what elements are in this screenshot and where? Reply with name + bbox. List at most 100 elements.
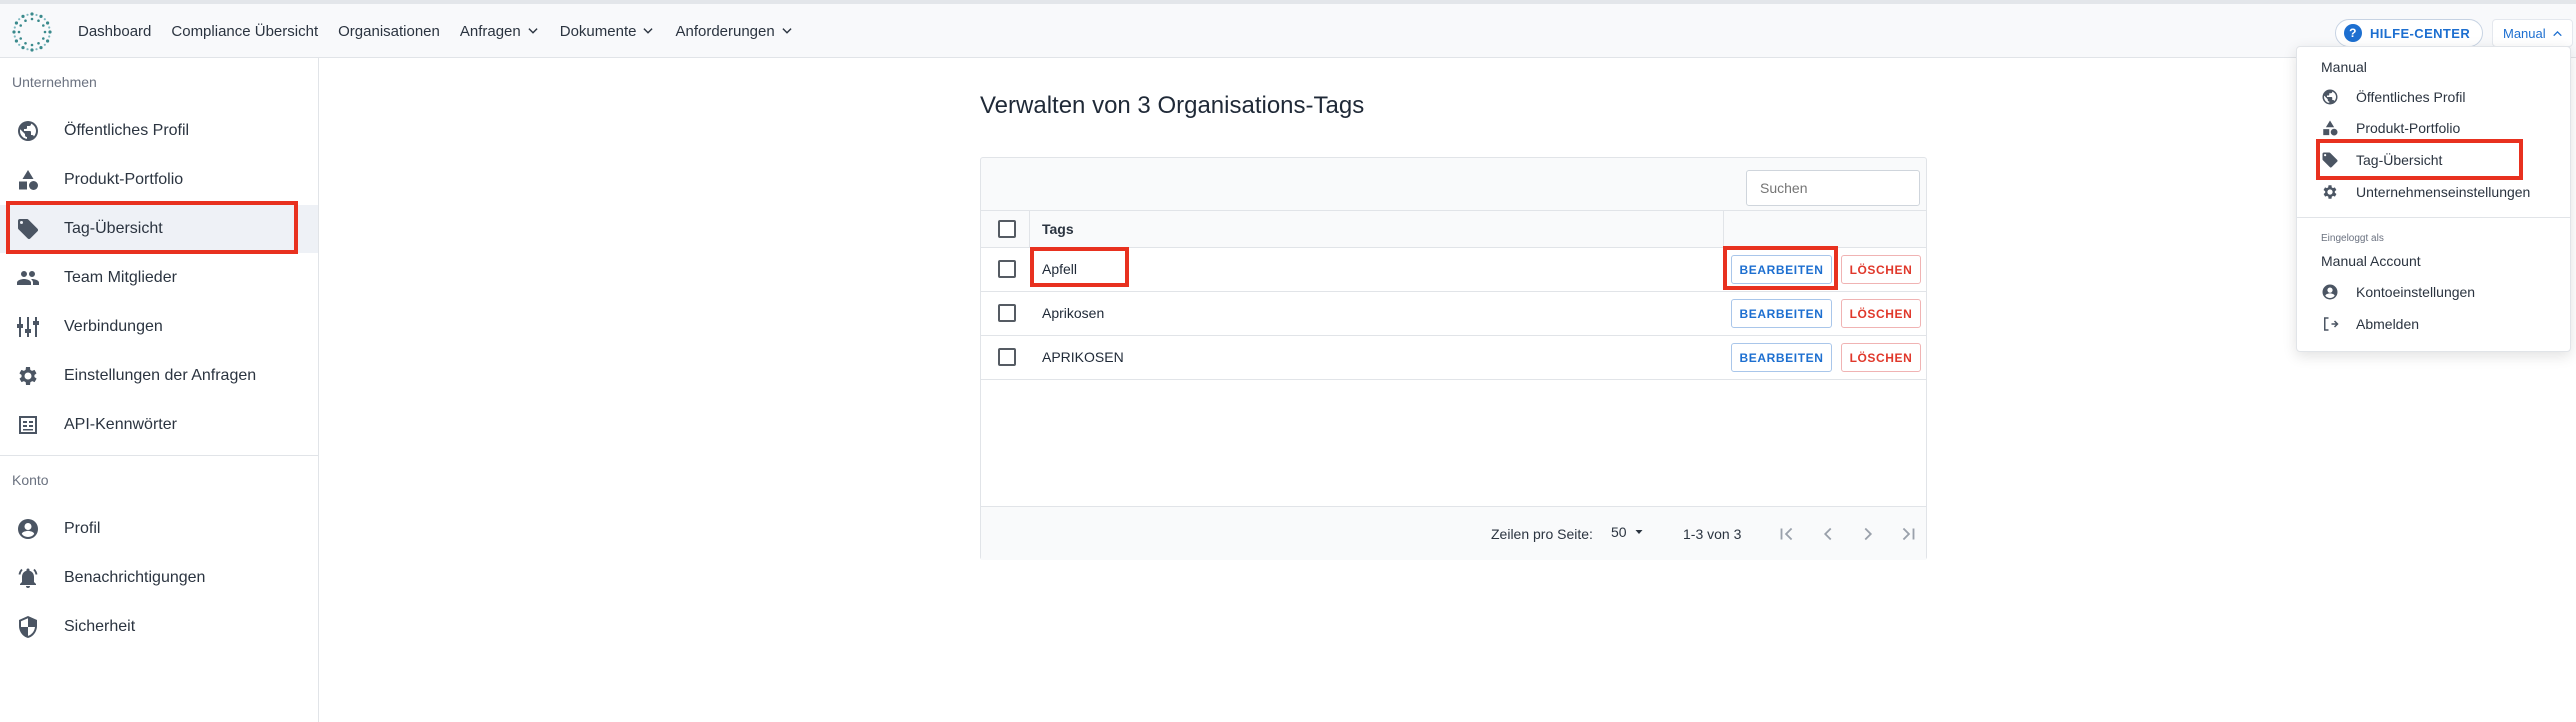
edit-button[interactable]: BEARBEITEN <box>1731 299 1832 328</box>
table-row: Aprikosen BEARBEITEN LÖSCHEN <box>981 292 1926 336</box>
edit-button[interactable]: BEARBEITEN <box>1731 255 1832 284</box>
chevron-down-icon <box>782 28 792 34</box>
caret-down-icon <box>1635 530 1643 534</box>
delete-button[interactable]: LÖSCHEN <box>1841 255 1921 284</box>
next-page-icon[interactable] <box>1857 523 1879 545</box>
sidebar-divider <box>0 455 318 456</box>
tag-name: Aprikosen <box>1042 305 1105 321</box>
sidebar-item-label: Sicherheit <box>64 618 136 635</box>
nav-label: Anforderungen <box>675 22 775 40</box>
menu-item-produkt-portfolio[interactable]: Produkt-Portfolio <box>2321 113 2561 143</box>
sidebar-item-profil[interactable]: Profil <box>0 505 318 553</box>
sidebar-item-label: Team Mitglieder <box>64 269 177 286</box>
nav-label: Organisationen <box>338 22 440 40</box>
chevron-up-icon <box>2552 30 2562 36</box>
bell-icon <box>18 568 38 588</box>
menu-item-label: Öffentliches Profil <box>2356 89 2466 105</box>
menu-item-label: Kontoeinstellungen <box>2356 284 2476 300</box>
logout-icon <box>2324 317 2339 331</box>
sidebar-item-label: Profil <box>64 520 101 537</box>
table-pagination: Zeilen pro Seite: 50 1-3 von 3 <box>981 506 1926 560</box>
nav-compliance-uebersicht[interactable]: Compliance Übersicht <box>171 23 318 40</box>
nav-organisationen[interactable]: Organisationen <box>338 23 440 40</box>
tag-icon <box>2322 152 2338 168</box>
top-bar: Dashboard Compliance Übersicht Organisat… <box>0 0 2576 58</box>
sidebar-item-team-mitglieder[interactable]: Team Mitglieder <box>0 254 318 302</box>
sidebar-item-verbindungen[interactable]: Verbindungen <box>0 303 318 351</box>
rows-per-page-value: 50 <box>1611 524 1627 540</box>
sidebar-section-account: Konto <box>12 472 49 488</box>
table-row: Apfell BEARBEITEN LÖSCHEN <box>981 248 1926 292</box>
chevron-down-icon <box>643 28 654 34</box>
shield-icon <box>19 616 37 638</box>
row-checkbox[interactable] <box>998 304 1016 322</box>
api-key-icon <box>19 416 37 434</box>
sidebar-section-company: Unternehmen <box>12 74 97 90</box>
select-all-checkbox[interactable] <box>998 220 1016 238</box>
nav-label: Anfragen <box>459 22 521 40</box>
table-row: APRIKOSEN BEARBEITEN LÖSCHEN <box>981 336 1926 380</box>
delete-button[interactable]: LÖSCHEN <box>1841 343 1921 372</box>
main-nav: Dashboard Compliance Übersicht Organisat… <box>78 4 794 58</box>
nav-label: Dokumente <box>559 22 637 40</box>
menu-item-oeffentliches-profil[interactable]: Öffentliches Profil <box>2321 82 2561 112</box>
logo-icon[interactable] <box>10 10 54 54</box>
first-page-icon[interactable] <box>1776 523 1798 545</box>
globe-icon <box>18 121 38 141</box>
sidebar-item-label: API-Kennwörter <box>64 416 177 433</box>
sidebar-item-tag-uebersicht[interactable]: Tag-Übersicht <box>0 205 318 253</box>
sidebar-item-label: Einstellungen der Anfragen <box>64 367 257 384</box>
sidebar-item-api-kennwoerter[interactable]: API-Kennwörter <box>0 401 318 449</box>
rows-per-page-select[interactable]: 50 <box>1611 524 1645 540</box>
tag-name: Apfell <box>1042 261 1078 277</box>
gear-icon <box>2323 185 2337 199</box>
nav-dokumente[interactable]: Dokumente <box>560 23 656 40</box>
nav-anforderungen[interactable]: Anforderungen <box>675 23 793 40</box>
account-circle-icon <box>2322 284 2338 300</box>
edit-button[interactable]: BEARBEITEN <box>1731 343 1832 372</box>
last-page-icon[interactable] <box>1897 523 1919 545</box>
user-dropdown-menu: Manual Öffentliches Profil Produkt-Portf… <box>2296 46 2571 352</box>
row-checkbox[interactable] <box>998 260 1016 278</box>
sidebar-item-label: Produkt-Portfolio <box>64 171 184 188</box>
rows-per-page-label: Zeilen pro Seite: <box>1491 526 1593 542</box>
sidebar-item-label: Benachrichtigungen <box>64 569 206 586</box>
sidebar-item-einstellungen-anfragen[interactable]: Einstellungen der Anfragen <box>0 352 318 400</box>
nav-dashboard[interactable]: Dashboard <box>78 23 151 40</box>
previous-page-icon[interactable] <box>1817 523 1839 545</box>
help-icon: ? <box>2344 24 2362 42</box>
column-divider <box>1723 211 1724 248</box>
search-input[interactable] <box>1746 170 1920 206</box>
shapes-icon <box>2323 120 2338 136</box>
sidebar-item-label: Öffentliches Profil <box>64 122 190 139</box>
pagination-range: 1-3 von 3 <box>1683 526 1742 542</box>
page-title: Verwalten von 3 Organisations-Tags <box>980 92 1365 119</box>
sidebar: Unternehmen Öffentliches Profil Produkt-… <box>0 58 319 722</box>
help-center-label: HILFE-CENTER <box>2370 25 2471 41</box>
row-checkbox[interactable] <box>998 348 1016 366</box>
help-center-button[interactable]: ? HILFE-CENTER <box>2335 19 2484 47</box>
tag-icon <box>18 219 38 239</box>
connections-icon <box>17 317 39 337</box>
sidebar-item-oeffentliches-profil[interactable]: Öffentliches Profil <box>0 107 318 155</box>
user-menu-label: Manual <box>2503 25 2546 41</box>
table-empty-area <box>981 380 1926 511</box>
user-menu-button[interactable]: Manual <box>2492 19 2573 47</box>
menu-item-tag-uebersicht[interactable]: Tag-Übersicht <box>2321 145 2561 175</box>
menu-item-abmelden[interactable]: Abmelden <box>2321 309 2561 339</box>
sidebar-item-produkt-portfolio[interactable]: Produkt-Portfolio <box>0 156 318 204</box>
tag-name: APRIKOSEN <box>1042 349 1124 365</box>
sidebar-item-benachrichtigungen[interactable]: Benachrichtigungen <box>0 554 318 602</box>
menu-item-unternehmenseinstellungen[interactable]: Unternehmenseinstellungen <box>2321 177 2561 207</box>
people-icon <box>17 271 39 285</box>
globe-icon <box>2322 89 2338 105</box>
nav-anfragen[interactable]: Anfragen <box>460 23 540 40</box>
menu-item-label: Unternehmenseinstellungen <box>2356 184 2531 200</box>
menu-item-kontoeinstellungen[interactable]: Kontoeinstellungen <box>2321 277 2561 307</box>
sidebar-item-sicherheit[interactable]: Sicherheit <box>0 603 318 651</box>
delete-button[interactable]: LÖSCHEN <box>1841 299 1921 328</box>
table-header: Tags <box>981 210 1926 248</box>
menu-heading: Manual <box>2321 59 2367 75</box>
account-name: Manual Account <box>2321 253 2421 269</box>
tags-table-card: Tags Apfell BEARBEITEN LÖSCHEN Aprikosen… <box>980 157 1927 560</box>
